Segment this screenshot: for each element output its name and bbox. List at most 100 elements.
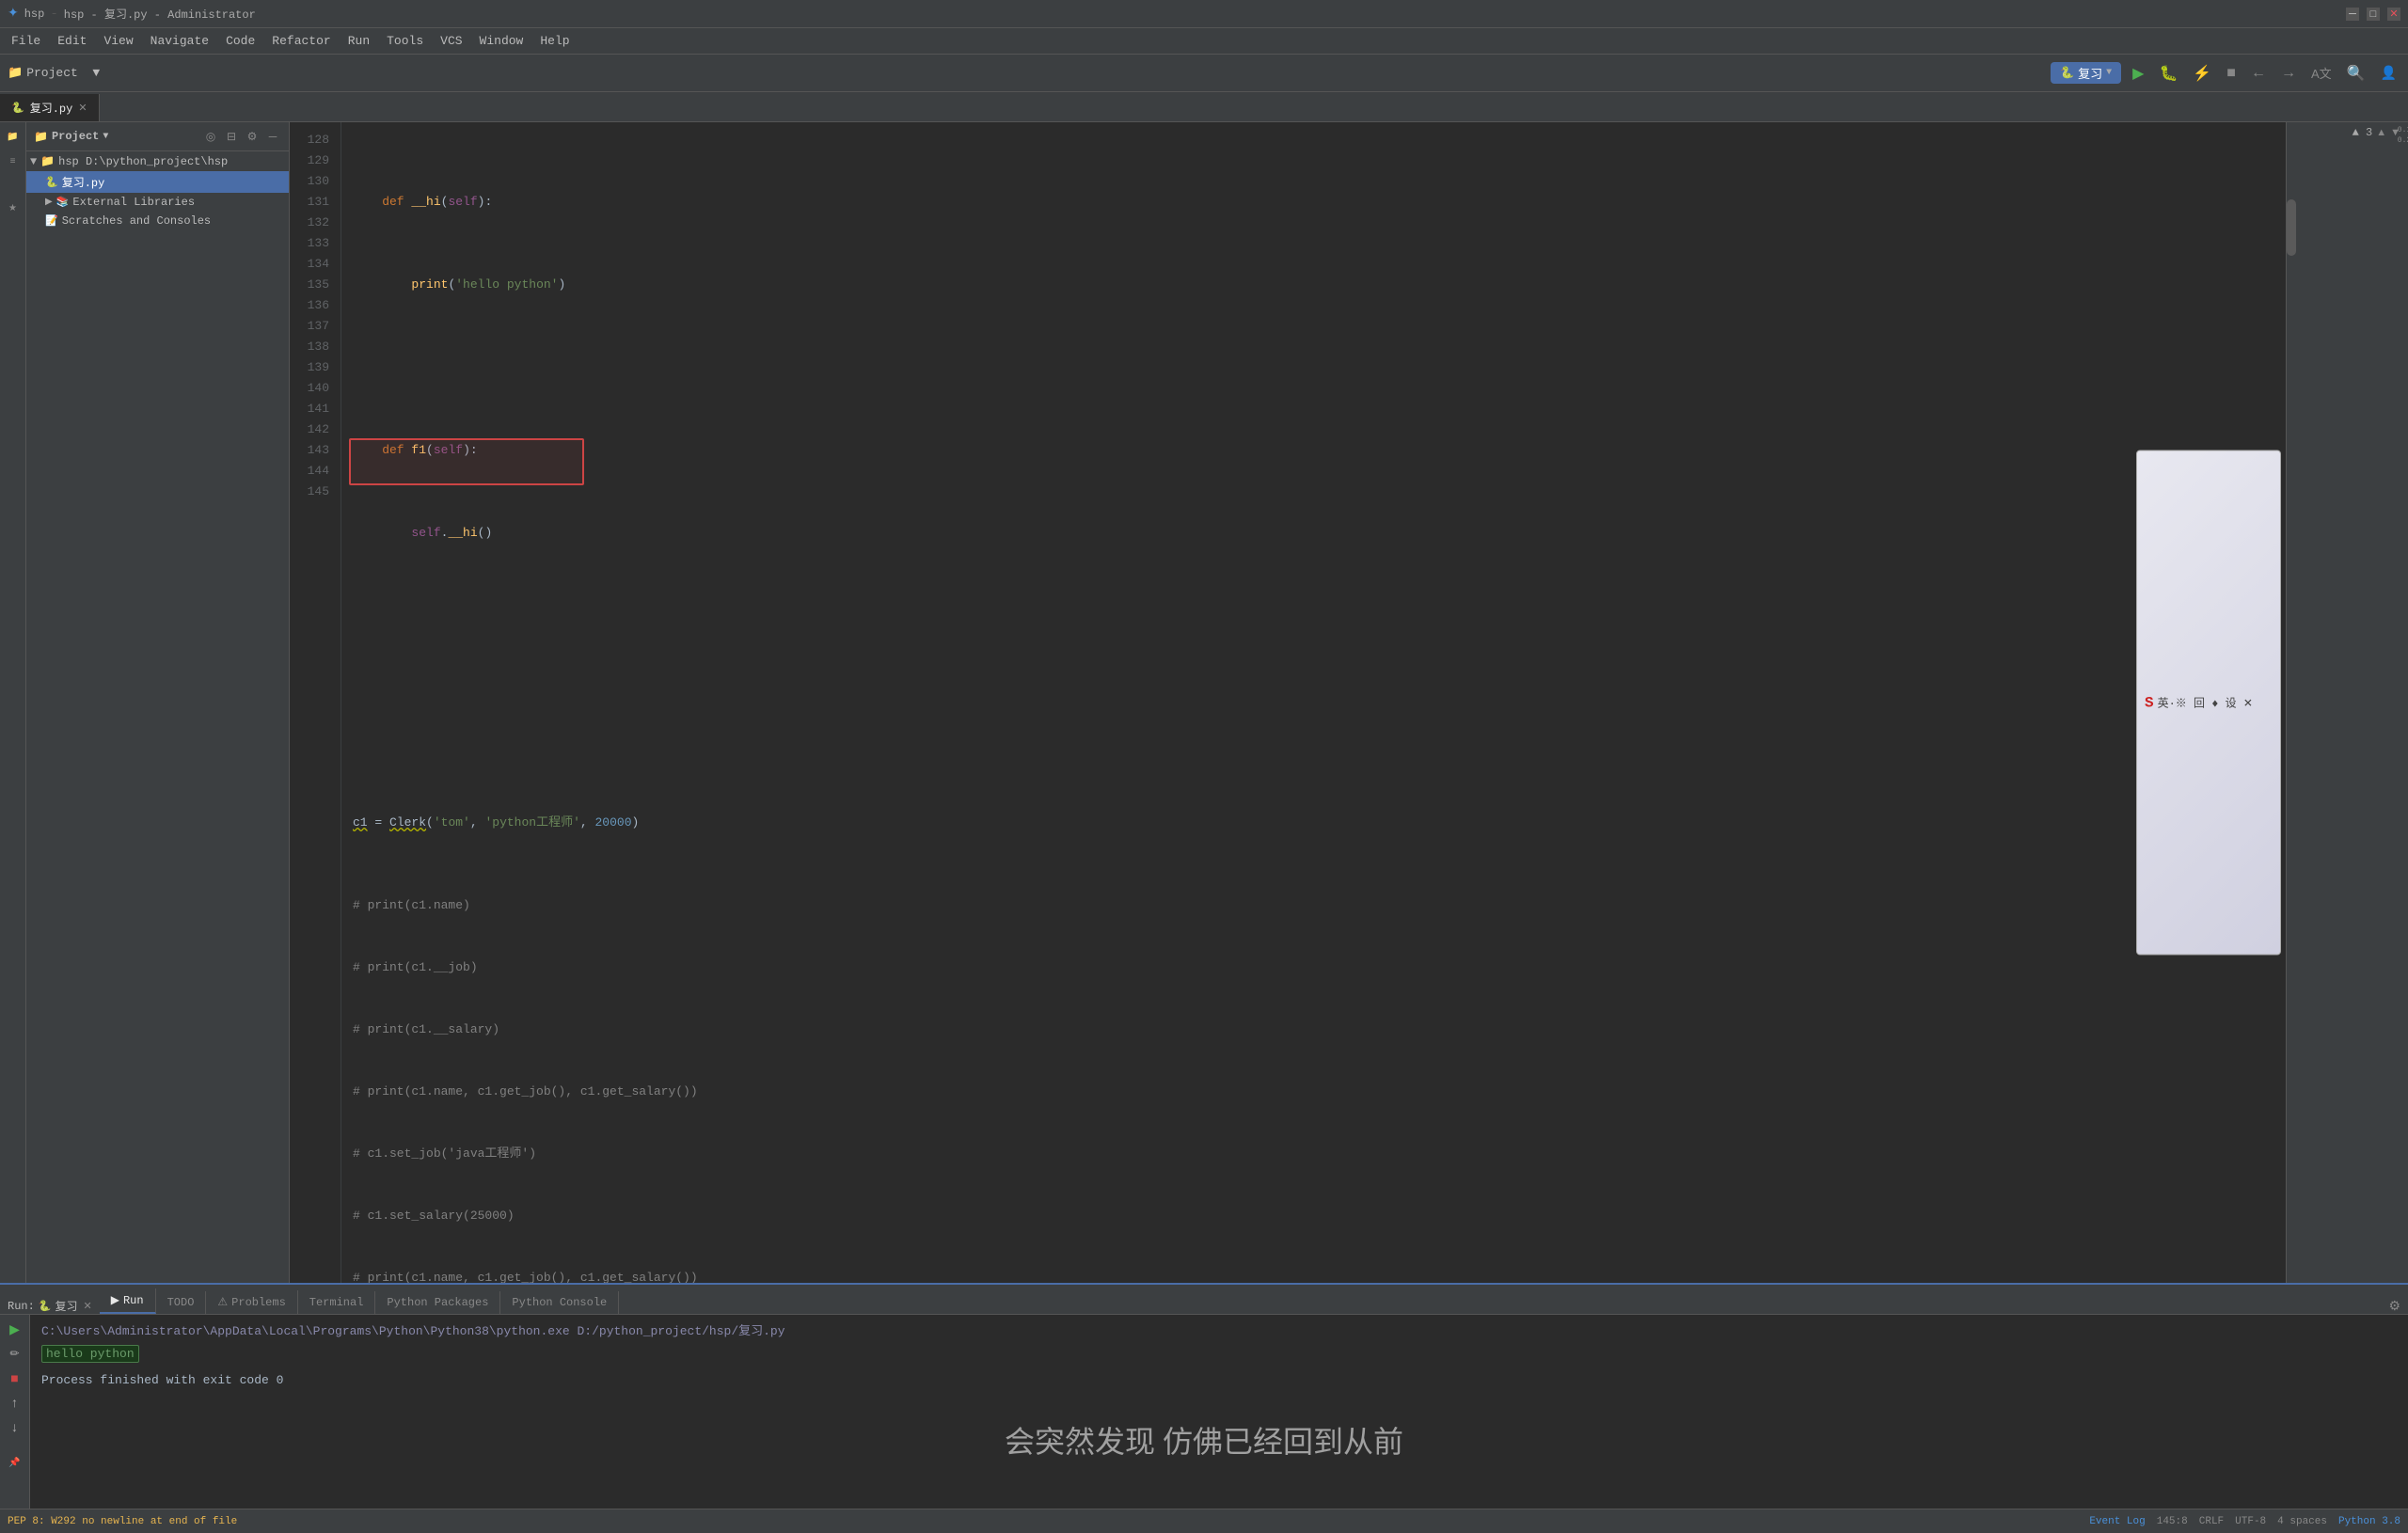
python-file-icon: 🐍 [45,176,58,189]
sidebar-dropdown-icon[interactable]: ▼ [103,132,108,142]
status-bar-right: Event Log 145:8 CRLF UTF-8 4 spaces Pyth… [2089,1516,2400,1527]
console-output: C:\Users\Administrator\AppData\Local\Pro… [30,1315,2408,1509]
tree-item-external-libs[interactable]: ▶ 📚 External Libraries [26,193,289,212]
console-cmd-text: C:\Users\Administrator\AppData\Local\Pro… [41,1324,785,1338]
bottom-panel-controls: ⚙ [2388,1298,2408,1314]
code-line-132: self.__hi() [353,523,2286,544]
sidebar-locate-icon[interactable]: ◎ [202,128,219,145]
editor-area[interactable]: 128 129 130 131 132 133 134 135 136 137 … [290,122,2408,1283]
bottom-settings-btn[interactable]: ⚙ [2388,1298,2400,1314]
menu-item-help[interactable]: Help [532,31,577,51]
tree-item-fuzhi-py[interactable]: 🐍 复习.py [26,171,289,193]
menu-item-edit[interactable]: Edit [50,31,94,51]
bottom-tab-python-packages[interactable]: Python Packages [375,1291,500,1314]
menu-item-window[interactable]: Window [472,31,531,51]
run-tab-close[interactable]: ✕ [84,1300,92,1313]
gutter-num-01: 0.1 [2398,126,2408,134]
menu-item-refactor[interactable]: Refactor [264,31,338,51]
sohu-widget[interactable]: S 英·※ 回 ♦ 设 ✕ [2136,450,2281,956]
tab-close-icon[interactable]: ✕ [78,102,87,115]
bottom-tab-terminal[interactable]: Terminal [298,1291,376,1314]
kw-def: def [353,192,411,213]
sidebar-close-icon[interactable]: ─ [264,128,281,145]
tab-bar: 🐍 复习.py ✕ [0,92,2408,122]
run-text: Run: [8,1300,35,1313]
project-panel-icon[interactable]: 📁 [3,126,24,147]
bottom-panel: Run: 🐍 复习 ✕ ▶ Run TODO ⚠ Problems Termin… [0,1283,2408,1509]
app-name: hsp [24,8,45,21]
event-log-btn[interactable]: Event Log [2089,1516,2145,1527]
fn-hi: __hi [411,192,440,213]
run-config-name: 复习 [2078,64,2102,82]
status-line-ending[interactable]: CRLF [2199,1516,2224,1527]
bottom-tab-python-console[interactable]: Python Console [500,1291,619,1314]
status-position: 145:8 [2157,1516,2188,1527]
app-icon: ✦ [8,6,19,22]
scroll-down-button[interactable]: ↓ [5,1416,25,1437]
status-warning-text[interactable]: PEP 8: W292 no newline at end of file [8,1516,237,1527]
settings-button[interactable]: 👤 [2377,63,2400,83]
close-button[interactable]: ✕ [2387,8,2400,21]
structure-panel-icon[interactable]: ≡ [3,150,24,171]
tree-item-scratches[interactable]: 📝 Scratches and Consoles [26,212,289,230]
gutter-indicators: 0.1 0.2 [2400,122,2408,1283]
minimize-button[interactable]: ─ [2346,8,2359,21]
debug-button[interactable]: 🐛 [2155,62,2181,85]
status-encoding[interactable]: UTF-8 [2235,1516,2266,1527]
tree-label-scratches: Scratches and Consoles [62,214,211,228]
sidebar-controls: ◎ ⊟ ⚙ ─ [202,128,281,145]
run-button[interactable]: ▶ [2129,62,2147,85]
status-bar: PEP 8: W292 no newline at end of file Ev… [0,1509,2408,1533]
bottom-tab-run[interactable]: ▶ Run [100,1288,156,1314]
menu-item-vcs[interactable]: VCS [433,31,469,51]
editor-scrollbar[interactable] [2287,143,2296,1283]
line-numbers: 128 129 130 131 132 133 134 135 136 137 … [290,122,341,1283]
run-with-coverage[interactable]: ⚡ [2189,62,2215,85]
menu-item-view[interactable]: View [96,31,140,51]
tree-item-hsp[interactable]: ▼ 📁 hsp D:\python_project\hsp [26,151,289,171]
scroll-up-button[interactable]: ↑ [5,1392,25,1413]
code-editor[interactable]: def __hi(self): print('hello python') de… [341,122,2286,1283]
code-line-128: def __hi(self): [353,192,2286,213]
expand-icon-ext: ▶ [45,197,53,208]
sidebar-title-label: 📁 Project ▼ [34,130,108,144]
run-config[interactable]: 🐍 复习 ▼ [2051,62,2121,84]
run-edit-button[interactable]: ✏ [5,1343,25,1364]
stop-run-button[interactable]: ■ [5,1367,25,1388]
project-icon: 📁 [34,130,48,144]
match-prev-btn[interactable]: ▲ [2376,127,2386,138]
console-exit-text: Process finished with exit code 0 [41,1373,283,1387]
menu-bar: File Edit View Navigate Code Refactor Ru… [0,28,2408,55]
sidebar-settings-icon[interactable]: ⚙ [244,128,261,145]
tab-fuzhi-py[interactable]: 🐍 复习.py ✕ [0,94,100,121]
scratches-icon: 📝 [45,214,58,228]
menu-item-file[interactable]: File [4,31,48,51]
run-tab-label: Run [123,1294,144,1307]
status-python-version[interactable]: Python 3.8 [2338,1516,2400,1527]
scrollbar-thumb[interactable] [2287,199,2296,256]
code-line-131: def f1(self): [353,440,2286,461]
menu-item-run[interactable]: Run [341,31,377,51]
menu-item-tools[interactable]: Tools [379,31,431,51]
pin-button[interactable]: 📌 [5,1452,25,1473]
sidebar-collapse-icon[interactable]: ⊟ [223,128,240,145]
nav-forward[interactable]: → [2277,63,2300,84]
maximize-button[interactable]: □ [2367,8,2380,21]
menu-item-code[interactable]: Code [218,31,262,51]
nav-back[interactable]: ← [2247,63,2270,84]
left-panel-icons: 📁 ≡ ★ [0,122,26,1283]
run-icon: 🐍 [39,1300,52,1313]
menu-item-navigate[interactable]: Navigate [143,31,216,51]
rerun-button[interactable]: ▶ [5,1319,25,1339]
sohu-s-icon: S [2145,694,2154,711]
status-indent[interactable]: 4 spaces [2277,1516,2327,1527]
favorites-panel-icon[interactable]: ★ [3,198,24,218]
bottom-tab-problems[interactable]: ⚠ Problems [206,1290,297,1314]
code-line-133 [353,606,2286,626]
search-everywhere[interactable]: 🔍 [2343,62,2369,85]
translate-button[interactable]: A文 [2307,62,2336,84]
code-line-142: # c1.set_salary(25000) [353,1206,2286,1226]
folder-icon: 📁 [40,154,55,168]
stop-button[interactable]: ■ [2223,63,2240,84]
bottom-tab-todo[interactable]: TODO [156,1291,207,1314]
